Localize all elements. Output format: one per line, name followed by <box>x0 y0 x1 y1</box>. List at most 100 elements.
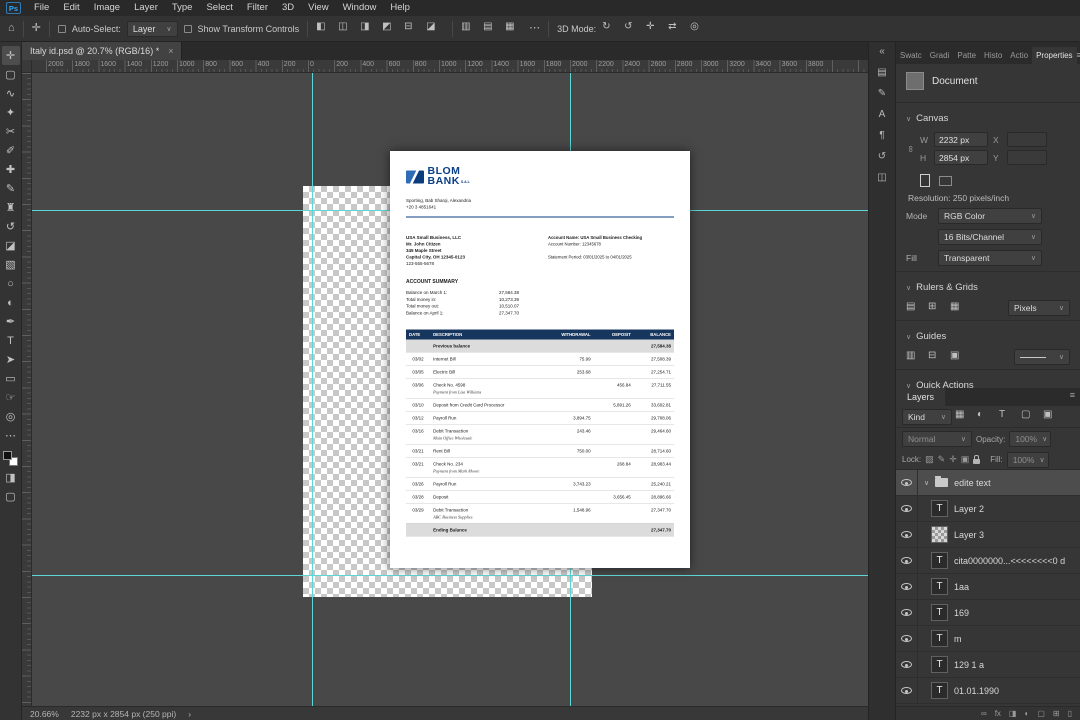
quick-selection-tool[interactable]: ✦ <box>2 103 20 122</box>
libraries-panel-icon[interactable]: ◫ <box>877 172 886 183</box>
canvas-viewport[interactable]: BLOM BANKS.A.L Sporting, Bab Sharqi, Ale… <box>32 73 868 706</box>
menu-item-window[interactable]: Window <box>336 0 384 16</box>
lock-image-pixels-icon[interactable]: ✎ <box>938 454 946 465</box>
lock-artboard-icon[interactable]: ▣ <box>961 454 970 465</box>
portrait-orientation-icon[interactable] <box>920 174 930 187</box>
brushes-panel-icon[interactable]: ✎ <box>878 88 886 99</box>
guide-layout-icon[interactable]: ⊟ <box>928 350 946 365</box>
more-options-icon[interactable]: ⋯ <box>529 23 540 34</box>
home-icon[interactable]: ⌂ <box>8 23 15 34</box>
history-brush-tool[interactable]: ↺ <box>2 217 20 236</box>
tab-layers[interactable]: Layers <box>896 388 945 406</box>
align-top-edges-icon[interactable]: ◩ <box>382 21 400 36</box>
quick-actions-section-header[interactable]: ∨ Quick Actions <box>906 374 1070 388</box>
layer-row[interactable]: Tm <box>896 626 1080 652</box>
filter-pixel-layers-icon[interactable]: ▦ <box>955 409 973 424</box>
layer-effects-icon[interactable]: fx <box>995 709 1001 718</box>
canvas-fill-select[interactable]: Transparent∨ <box>938 250 1042 266</box>
visibility-toggle[interactable] <box>896 548 918 573</box>
screen-mode-icon[interactable]: ▢ <box>2 487 20 506</box>
pen-tool[interactable]: ✒ <box>2 312 20 331</box>
move-tool-icon[interactable]: ✛ <box>32 23 41 34</box>
menu-item-layer[interactable]: Layer <box>127 0 165 16</box>
layer-row[interactable]: Layer 3 <box>896 522 1080 548</box>
lasso-tool[interactable]: ∿ <box>2 84 20 103</box>
menu-item-3d[interactable]: 3D <box>275 0 301 16</box>
panel-tab-actio[interactable]: Actio <box>1006 47 1032 64</box>
history-panel-icon[interactable]: ↺ <box>878 151 886 162</box>
new-guide-icon[interactable]: ▥ <box>906 350 924 365</box>
visibility-toggle[interactable] <box>896 496 918 521</box>
foreground-color-swatch[interactable] <box>3 451 12 460</box>
visibility-toggle[interactable] <box>896 600 918 625</box>
color-mode-select[interactable]: RGB Color∨ <box>938 208 1042 224</box>
blur-tool[interactable]: ○ <box>2 274 20 293</box>
layer-row[interactable]: ∨edite text <box>896 470 1080 496</box>
artboard-grid-icon[interactable]: ▦ <box>950 301 968 316</box>
menu-item-type[interactable]: Type <box>165 0 200 16</box>
swatches-panel-icon[interactable]: ▤ <box>877 67 886 78</box>
panel-menu-icon[interactable]: ≡ <box>1077 50 1080 64</box>
menu-item-select[interactable]: Select <box>199 0 239 16</box>
distribute-horizontal-icon[interactable]: ▥ <box>461 21 479 36</box>
path-selection-tool[interactable]: ➤ <box>2 350 20 369</box>
new-layer-icon[interactable]: ⊞ <box>1053 709 1060 718</box>
3d-zoom-icon[interactable]: ◎ <box>690 21 708 36</box>
horizontal-ruler[interactable]: 2000180016001400120010008006004002000200… <box>22 60 868 73</box>
gradient-tool[interactable]: ▧ <box>2 255 20 274</box>
edit-toolbar-icon[interactable]: ⋯ <box>2 426 20 445</box>
character-panel-icon[interactable]: A <box>879 109 886 120</box>
bit-depth-select[interactable]: 16 Bits/Channel∨ <box>938 229 1042 245</box>
panel-tab-swatc[interactable]: Swatc <box>896 47 926 64</box>
panel-tab-patte[interactable]: Patte <box>953 47 980 64</box>
align-vertical-centers-icon[interactable]: ⊟ <box>404 21 422 36</box>
clear-guides-icon[interactable]: ▣ <box>950 350 968 365</box>
layer-row[interactable]: T1aa <box>896 574 1080 600</box>
filter-smart-objects-icon[interactable]: ▣ <box>1043 409 1061 424</box>
layer-filter-kind-select[interactable]: Kind∨ <box>902 409 952 425</box>
layer-group-icon[interactable]: ▢ <box>1037 709 1045 718</box>
visibility-toggle[interactable] <box>896 678 918 703</box>
collapse-panels-icon[interactable]: « <box>879 46 885 57</box>
brush-tool[interactable]: ✎ <box>2 179 20 198</box>
hand-tool[interactable]: ☞ <box>2 388 20 407</box>
canvas-width-input[interactable]: 2232 px <box>934 132 988 147</box>
link-layers-icon[interactable]: ∞ <box>981 709 987 718</box>
rectangle-tool[interactable]: ▭ <box>2 369 20 388</box>
ruler-units-select[interactable]: Pixels∨ <box>1008 300 1070 316</box>
panel-tab-properties[interactable]: Properties <box>1032 47 1076 64</box>
distribute-vertical-icon[interactable]: ▤ <box>483 21 501 36</box>
canvas-y-input[interactable] <box>1007 150 1047 165</box>
visibility-toggle[interactable] <box>896 574 918 599</box>
eraser-tool[interactable]: ◪ <box>2 236 20 255</box>
link-dimensions-icon[interactable]: ∞ <box>906 144 916 154</box>
3d-rotate-icon[interactable]: ↻ <box>602 21 620 36</box>
canvas-height-input[interactable]: 2854 px <box>934 150 988 165</box>
opacity-select[interactable]: 100%∨ <box>1009 431 1051 447</box>
chevron-right-icon[interactable]: › <box>188 709 191 719</box>
3d-slide-icon[interactable]: ⇄ <box>668 21 686 36</box>
filter-shape-layers-icon[interactable]: ▢ <box>1021 409 1039 424</box>
menu-item-help[interactable]: Help <box>383 0 417 16</box>
visibility-toggle[interactable] <box>896 626 918 651</box>
layer-row[interactable]: T169 <box>896 600 1080 626</box>
rectangular-marquee-tool[interactable]: ▢ <box>2 65 20 84</box>
photoshop-logo[interactable]: Ps <box>6 2 21 14</box>
fill-opacity-select[interactable]: 100%∨ <box>1007 452 1049 468</box>
healing-brush-tool[interactable]: ✚ <box>2 160 20 179</box>
chevron-down-icon[interactable]: ∨ <box>924 479 929 487</box>
menu-item-filter[interactable]: Filter <box>240 0 275 16</box>
panel-menu-icon[interactable]: ≡ <box>1070 390 1080 404</box>
guide-line-style-select[interactable]: ∨ <box>1014 349 1070 365</box>
layer-row[interactable]: T01.01.1990 <box>896 678 1080 704</box>
menu-item-image[interactable]: Image <box>87 0 127 16</box>
move-tool[interactable]: ✛ <box>2 46 20 65</box>
zoom-tool[interactable]: ◎ <box>2 407 20 426</box>
adjustment-layer-icon[interactable]: ◐ <box>1024 709 1029 718</box>
visibility-toggle[interactable] <box>896 522 918 547</box>
blend-mode-select[interactable]: Normal∨ <box>902 431 972 447</box>
document-tab[interactable]: Italy id.psd @ 20.7% (RGB/16) * × <box>22 42 182 60</box>
menu-item-view[interactable]: View <box>301 0 335 16</box>
menu-item-edit[interactable]: Edit <box>56 0 86 16</box>
crop-tool[interactable]: ✂ <box>2 122 20 141</box>
